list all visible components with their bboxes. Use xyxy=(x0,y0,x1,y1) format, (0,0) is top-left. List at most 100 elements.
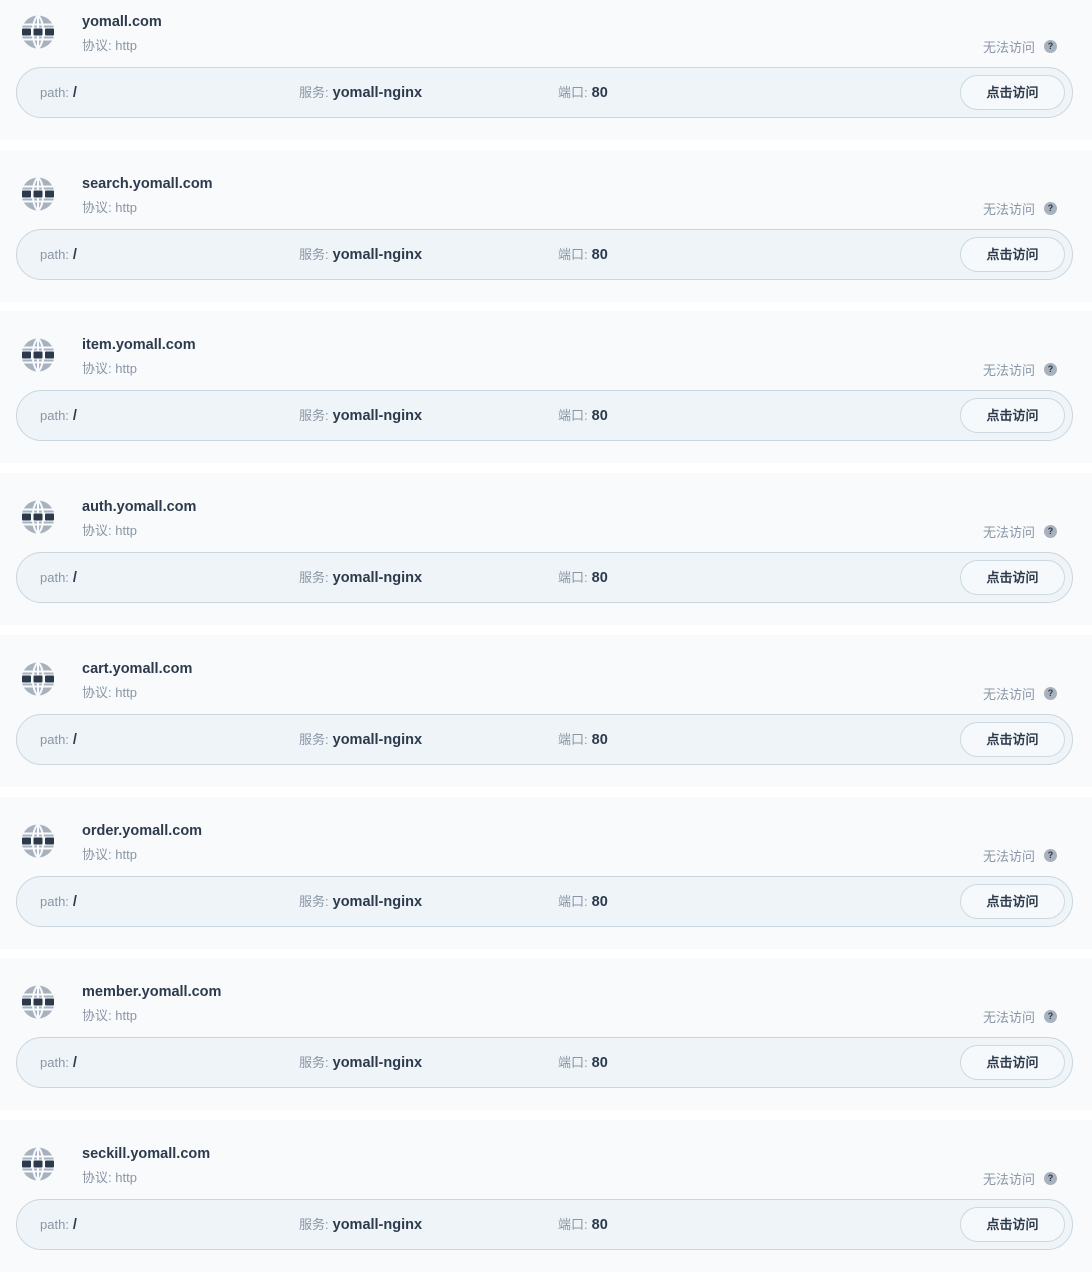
ingress-card: order.yomall.com 协议: http 无法访问 ? path: / … xyxy=(0,797,1092,949)
globe-icon xyxy=(21,177,55,211)
question-circle-icon[interactable]: ? xyxy=(1044,40,1057,53)
port-field: 端口: 80 xyxy=(558,230,608,279)
port-key: 端口: xyxy=(558,894,588,909)
globe-icon xyxy=(21,1147,55,1181)
protocol-value: http xyxy=(115,1170,137,1185)
ingress-card: yomall.com 协议: http 无法访问 ? path: / 服务: yom… xyxy=(0,0,1092,140)
status-text: 无法访问 xyxy=(982,1172,1035,1187)
port-key: 端口: xyxy=(558,85,588,100)
protocol-key: 协议: xyxy=(82,361,112,376)
globe-icon xyxy=(21,985,55,1019)
globe-icon xyxy=(21,662,55,696)
service-key: 服务: xyxy=(299,247,329,262)
path-field: path: / xyxy=(40,68,77,117)
port-value: 80 xyxy=(591,247,608,263)
question-circle-icon[interactable]: ? xyxy=(1044,687,1057,700)
service-key: 服务: xyxy=(299,85,329,100)
domain-name: auth.yomall.com xyxy=(82,499,197,515)
protocol-key: 协议: xyxy=(82,200,112,215)
port-key: 端口: xyxy=(558,1217,588,1232)
route-rule: path: / 服务: yomall-nginx 端口: 80 点击访问 xyxy=(16,1199,1073,1250)
path-key: path: xyxy=(40,247,69,262)
protocol-value: http xyxy=(115,523,137,538)
domain-name: seckill.yomall.com xyxy=(82,1146,211,1162)
visit-button[interactable]: 点击访问 xyxy=(960,560,1065,595)
status-text: 无法访问 xyxy=(982,1010,1035,1025)
port-field: 端口: 80 xyxy=(558,1038,608,1087)
path-value: / xyxy=(72,570,77,586)
service-key: 服务: xyxy=(299,894,329,909)
service-value: yomall-nginx xyxy=(332,247,423,263)
protocol-key: 协议: xyxy=(82,38,112,53)
service-key: 服务: xyxy=(299,1217,329,1232)
visit-button[interactable]: 点击访问 xyxy=(960,722,1065,757)
protocol-value: http xyxy=(115,685,137,700)
service-field: 服务: yomall-nginx xyxy=(299,230,422,279)
service-key: 服务: xyxy=(299,570,329,585)
port-field: 端口: 80 xyxy=(558,553,608,602)
port-value: 80 xyxy=(591,1055,608,1071)
service-value: yomall-nginx xyxy=(332,1055,423,1071)
port-value: 80 xyxy=(591,570,608,586)
port-value: 80 xyxy=(591,85,608,101)
status-text: 无法访问 xyxy=(982,687,1035,702)
port-key: 端口: xyxy=(558,408,588,423)
visit-button[interactable]: 点击访问 xyxy=(960,237,1065,272)
protocol-label: 协议: http xyxy=(82,197,137,216)
route-rule: path: / 服务: yomall-nginx 端口: 80 点击访问 xyxy=(16,876,1073,927)
path-value: / xyxy=(72,732,77,748)
question-circle-icon[interactable]: ? xyxy=(1044,363,1057,376)
protocol-key: 协议: xyxy=(82,1008,112,1023)
route-rule: path: / 服务: yomall-nginx 端口: 80 点击访问 xyxy=(16,1037,1073,1088)
status-text: 无法访问 xyxy=(982,849,1035,864)
port-key: 端口: xyxy=(558,247,588,262)
question-circle-icon[interactable]: ? xyxy=(1044,525,1057,538)
status-text: 无法访问 xyxy=(982,202,1035,217)
service-field: 服务: yomall-nginx xyxy=(299,553,422,602)
service-value: yomall-nginx xyxy=(332,408,423,424)
path-key: path: xyxy=(40,570,69,585)
path-value: / xyxy=(72,894,77,910)
path-key: path: xyxy=(40,1055,69,1070)
protocol-label: 协议: http xyxy=(82,1005,137,1024)
service-field: 服务: yomall-nginx xyxy=(299,715,422,764)
path-field: path: / xyxy=(40,553,77,602)
service-field: 服务: yomall-nginx xyxy=(299,391,422,440)
path-field: path: / xyxy=(40,391,77,440)
visit-button[interactable]: 点击访问 xyxy=(960,75,1065,110)
ingress-card: search.yomall.com 协议: http 无法访问 ? path: /… xyxy=(0,150,1092,302)
question-circle-icon[interactable]: ? xyxy=(1044,849,1057,862)
port-value: 80 xyxy=(591,1217,608,1233)
service-value: yomall-nginx xyxy=(332,894,423,910)
path-value: / xyxy=(72,1217,77,1233)
visit-button[interactable]: 点击访问 xyxy=(960,1207,1065,1242)
question-circle-icon[interactable]: ? xyxy=(1044,1010,1057,1023)
path-field: path: / xyxy=(40,230,77,279)
port-key: 端口: xyxy=(558,732,588,747)
port-key: 端口: xyxy=(558,570,588,585)
path-field: path: / xyxy=(40,715,77,764)
path-key: path: xyxy=(40,894,69,909)
route-rule: path: / 服务: yomall-nginx 端口: 80 点击访问 xyxy=(16,229,1073,280)
service-value: yomall-nginx xyxy=(332,570,423,586)
route-rule: path: / 服务: yomall-nginx 端口: 80 点击访问 xyxy=(16,552,1073,603)
route-rule: path: / 服务: yomall-nginx 端口: 80 点击访问 xyxy=(16,714,1073,765)
visit-button[interactable]: 点击访问 xyxy=(960,884,1065,919)
protocol-value: http xyxy=(115,200,137,215)
protocol-label: 协议: http xyxy=(82,35,137,54)
path-field: path: / xyxy=(40,1038,77,1087)
service-field: 服务: yomall-nginx xyxy=(299,877,422,926)
status-text: 无法访问 xyxy=(982,40,1035,55)
status-text: 无法访问 xyxy=(982,525,1035,540)
service-key: 服务: xyxy=(299,1055,329,1070)
question-circle-icon[interactable]: ? xyxy=(1044,1172,1057,1185)
path-field: path: / xyxy=(40,1200,77,1249)
path-value: / xyxy=(72,408,77,424)
service-value: yomall-nginx xyxy=(332,1217,423,1233)
visit-button[interactable]: 点击访问 xyxy=(960,398,1065,433)
globe-icon xyxy=(21,338,55,372)
service-field: 服务: yomall-nginx xyxy=(299,1200,422,1249)
visit-button[interactable]: 点击访问 xyxy=(960,1045,1065,1080)
question-circle-icon[interactable]: ? xyxy=(1044,202,1057,215)
domain-name: item.yomall.com xyxy=(82,337,196,353)
